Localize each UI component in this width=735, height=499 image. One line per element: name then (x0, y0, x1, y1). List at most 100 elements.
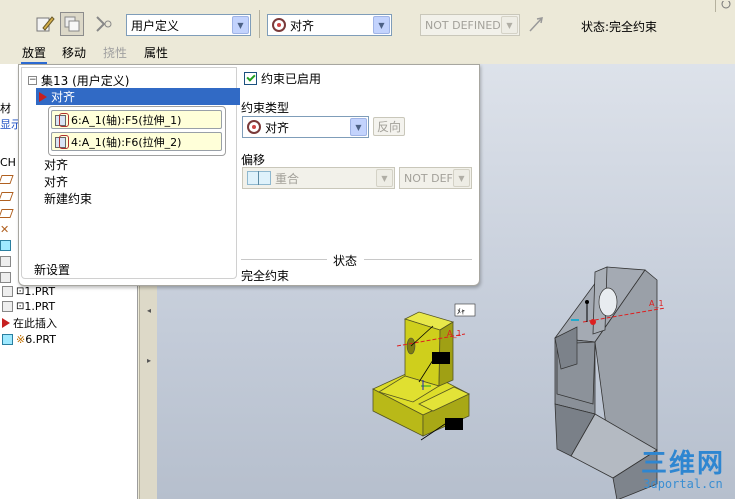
tree-item[interactable]: ※ 6.PRT (2, 331, 56, 347)
status-heading: 状态 (333, 254, 358, 268)
svg-text:ﾒｬ: ﾒｬ (457, 307, 465, 316)
part-icon (2, 285, 13, 297)
chevron-down-icon[interactable]: ▼ (373, 16, 390, 34)
status-text: 状态:完全约束 (581, 20, 658, 34)
chevron-down-icon[interactable]: ▼ (350, 118, 367, 136)
offset-dimension-select: NOT DEFI ▼ (399, 167, 472, 189)
yellow-part: ﾒｬ (372, 303, 476, 441)
constraint-set-header[interactable]: − 集13 (用户定义) (28, 72, 129, 89)
flip-direction-icon[interactable] (524, 12, 548, 36)
tree-item-prefix: ⊡ (16, 285, 25, 297)
collapse-left-icon[interactable]: ◂ (145, 302, 153, 318)
tab-flexibility: 挠性 (103, 46, 128, 60)
tree-item-label: 1.PRT (24, 299, 56, 313)
constraint-set-list[interactable]: − 集13 (用户定义) 对齐 6:A_1(轴):F5(拉伸_1) 4:A_1(… (21, 67, 240, 279)
part-icon (0, 255, 11, 267)
watermark-logo: 三维网 (640, 449, 725, 479)
chevron-down-icon: ▼ (376, 169, 393, 187)
constraint-set-value: 用户定义 (131, 18, 180, 33)
reference-item[interactable]: 4:A_1(轴):F6(拉伸_2) (51, 132, 222, 151)
axis-label: A_1 (447, 329, 462, 338)
coincident-icon (247, 171, 271, 185)
tab-placement[interactable]: 放置 (20, 44, 48, 64)
chevron-down-icon[interactable]: ▼ (232, 16, 249, 34)
tree-feature-row[interactable] (0, 205, 14, 221)
constraint-pencil-icon[interactable] (33, 12, 57, 36)
selected-constraint-row[interactable]: 对齐 (36, 88, 240, 105)
reference-label: 6:A_1(轴):F5(拉伸_1) (71, 113, 182, 127)
set-label: 集13 (用户定义) (41, 74, 130, 88)
pause-icon[interactable] (715, 0, 735, 12)
offset-label: 偏移 (241, 153, 266, 167)
chevron-down-icon: ▼ (453, 169, 470, 187)
checkbox-checked-icon[interactable] (244, 72, 257, 85)
separate-window-icon[interactable] (60, 12, 84, 36)
new-constraint-link[interactable]: 新建约束 (44, 190, 92, 207)
reference-label: 4:A_1(轴):F6(拉伸_2) (71, 135, 182, 149)
tree-item-label: 1.PRT (24, 284, 56, 298)
tab-properties[interactable]: 属性 (144, 44, 168, 62)
tree-item[interactable]: ⊡ 1.PRT (2, 298, 55, 314)
constraint-set-select[interactable]: 用户定义 ▼ (126, 14, 251, 36)
datum-plane-icon (0, 208, 14, 218)
constraint-type-value: 对齐 (290, 18, 315, 33)
panel-offset-select: 重合 ▼ (242, 167, 395, 189)
axis-label: A_1 (649, 299, 664, 308)
reverse-button[interactable]: 反向 (373, 117, 405, 136)
toolbar-divider (259, 10, 260, 38)
tree-item-prefix: ※ (16, 332, 26, 346)
tree-item-prefix: ⊡ (16, 300, 25, 312)
datum-plane-icon (0, 174, 14, 184)
tree-partial-label: 材 (0, 102, 11, 115)
panel-constraint-type-select[interactable]: 对齐 ▼ (242, 116, 369, 138)
collapse-icon[interactable]: − (28, 76, 37, 85)
tree-feature-row[interactable] (0, 188, 14, 204)
part-icon (0, 271, 11, 283)
constraint-item[interactable]: 对齐 (44, 156, 68, 173)
align-target-icon (247, 120, 261, 134)
placement-panel: − 集13 (用户定义) 对齐 6:A_1(轴):F5(拉伸_1) 4:A_1(… (18, 64, 480, 286)
panel-offset-value: 重合 (275, 171, 300, 186)
csys-icon: ✕ (0, 222, 10, 236)
datum-plane-icon (0, 191, 14, 201)
insert-arrow-icon (2, 318, 10, 328)
constraint-type-label: 约束类型 (241, 101, 290, 115)
constraint-enabled-label: 约束已启用 (261, 72, 322, 86)
tree-feature-row[interactable]: ✕ (0, 221, 9, 237)
tree-item-insert-here[interactable]: 在此插入 (2, 315, 57, 331)
watermark: 三维网 3dportal.cn (641, 451, 725, 491)
constraint-type-select[interactable]: 对齐 ▼ (267, 14, 392, 36)
panel-constraint-type-value: 对齐 (265, 120, 290, 135)
expand-right-icon[interactable]: ▸ (145, 352, 153, 368)
tree-item-label: 在此插入 (13, 317, 57, 330)
tree-feature-row[interactable] (0, 237, 11, 253)
constraint-enabled-checkbox[interactable]: 约束已启用 (244, 70, 321, 87)
constraint-item[interactable]: 对齐 (44, 173, 68, 190)
part-icon (0, 239, 11, 251)
selected-constraint-label: 对齐 (51, 90, 76, 104)
axis-reference-icon (54, 112, 69, 127)
watermark-url: 3dportal.cn (643, 477, 723, 491)
offset-select[interactable]: NOT DEFINED ▼ (420, 14, 520, 36)
offset-value: NOT DEFINED (425, 18, 501, 32)
reference-collector[interactable]: 6:A_1(轴):F5(拉伸_1) 4:A_1(轴):F6(拉伸_2) (48, 106, 226, 156)
dashboard-toolbar: 用户定义 ▼ 对齐 ▼ NOT DEFINED ▼ 状态:完全约束 (0, 0, 735, 42)
align-target-icon (272, 18, 286, 32)
new-set-link[interactable]: 新设置 (34, 261, 70, 278)
status-value: 完全约束 (241, 269, 290, 283)
axis-reference-icon (54, 134, 69, 149)
tree-feature-row[interactable] (0, 253, 11, 269)
chevron-down-icon: ▼ (501, 16, 518, 34)
current-arrow-icon (39, 91, 47, 102)
reference-item[interactable]: 6:A_1(轴):F5(拉伸_1) (51, 110, 222, 129)
tree-item-label: 6.PRT (25, 332, 56, 346)
status-divider (241, 259, 327, 260)
connection-icon[interactable] (92, 12, 116, 36)
tree-feature-row[interactable] (0, 171, 14, 187)
status-divider (364, 259, 472, 260)
part-icon (2, 300, 13, 312)
tab-move[interactable]: 移动 (62, 44, 86, 62)
part-icon (2, 333, 13, 345)
offset-dimension-value: NOT DEFI (404, 171, 453, 185)
tree-partial-label: CH (0, 155, 16, 169)
